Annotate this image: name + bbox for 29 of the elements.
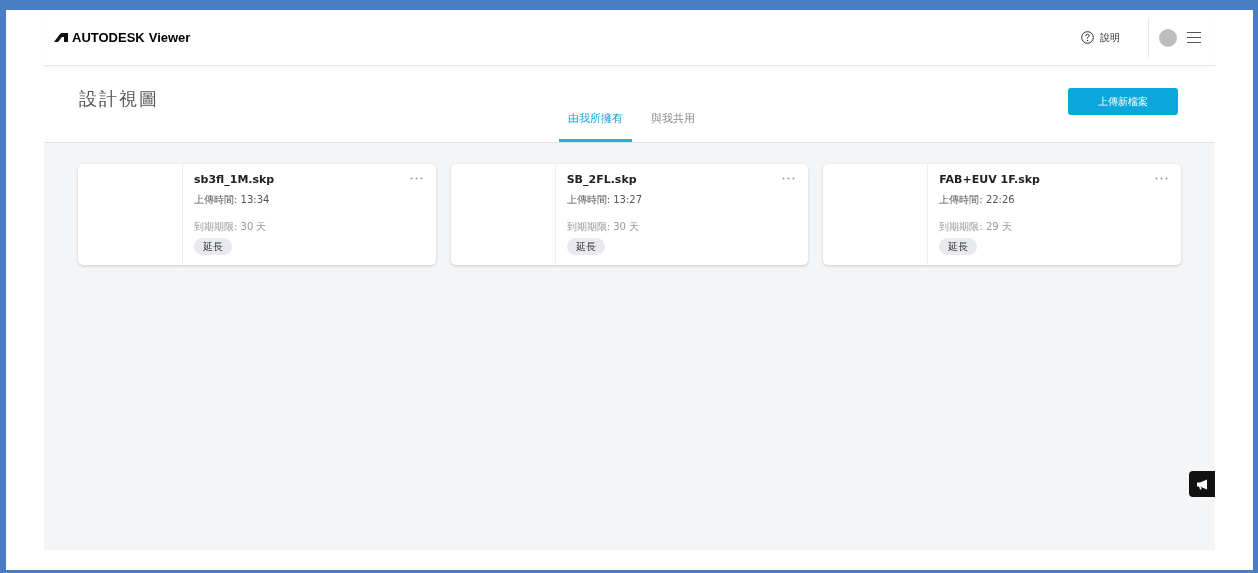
file-name: sb3fl_1M.skp (194, 172, 275, 188)
extend-button[interactable]: 延長 (566, 237, 605, 255)
feedback-button[interactable] (1189, 471, 1215, 497)
page-title: 設計視圖 (79, 86, 159, 111)
avatar[interactable] (1159, 28, 1177, 47)
extend-button[interactable]: 延長 (194, 237, 232, 255)
more-icon[interactable] (782, 177, 796, 180)
upload-time: 上傳時間: 13:27 (566, 192, 643, 207)
expiry-text: 到期期限: 30 天 (194, 219, 267, 234)
file-name: FAB+EUV 1F.skp (939, 172, 1040, 188)
upload-time: 上傳時間: 13:34 (194, 192, 270, 207)
logo-text: AUTODESK (72, 28, 145, 47)
expiry-text: 到期期限: 30 天 (566, 219, 640, 234)
help-button[interactable]: 說明 (1081, 30, 1120, 45)
file-name: SB_2FL.skp (566, 172, 637, 188)
megaphone-icon (1195, 478, 1209, 490)
upload-time: 上傳時間: 22:26 (939, 192, 1015, 207)
product-name: Viewer (148, 28, 191, 47)
tab[interactable]: 與我共用 (642, 110, 704, 142)
menu-icon[interactable] (1187, 32, 1201, 43)
logo-icon (54, 33, 68, 42)
extend-button[interactable]: 延長 (939, 237, 978, 255)
file-card[interactable]: FAB+EUV 1F.skp 上傳時間: 22:26 到期期限: 29 天 延長 (823, 164, 1181, 265)
file-card[interactable]: sb3fl_1M.skp 上傳時間: 13:34 到期期限: 30 天 延長 (78, 164, 436, 265)
more-icon[interactable] (409, 177, 423, 180)
file-card[interactable]: SB_2FL.skp 上傳時間: 13:27 到期期限: 30 天 延長 (450, 164, 809, 265)
expiry-text: 到期期限: 29 天 (939, 219, 1012, 234)
help-icon (1081, 31, 1094, 44)
more-icon[interactable] (1155, 177, 1168, 180)
